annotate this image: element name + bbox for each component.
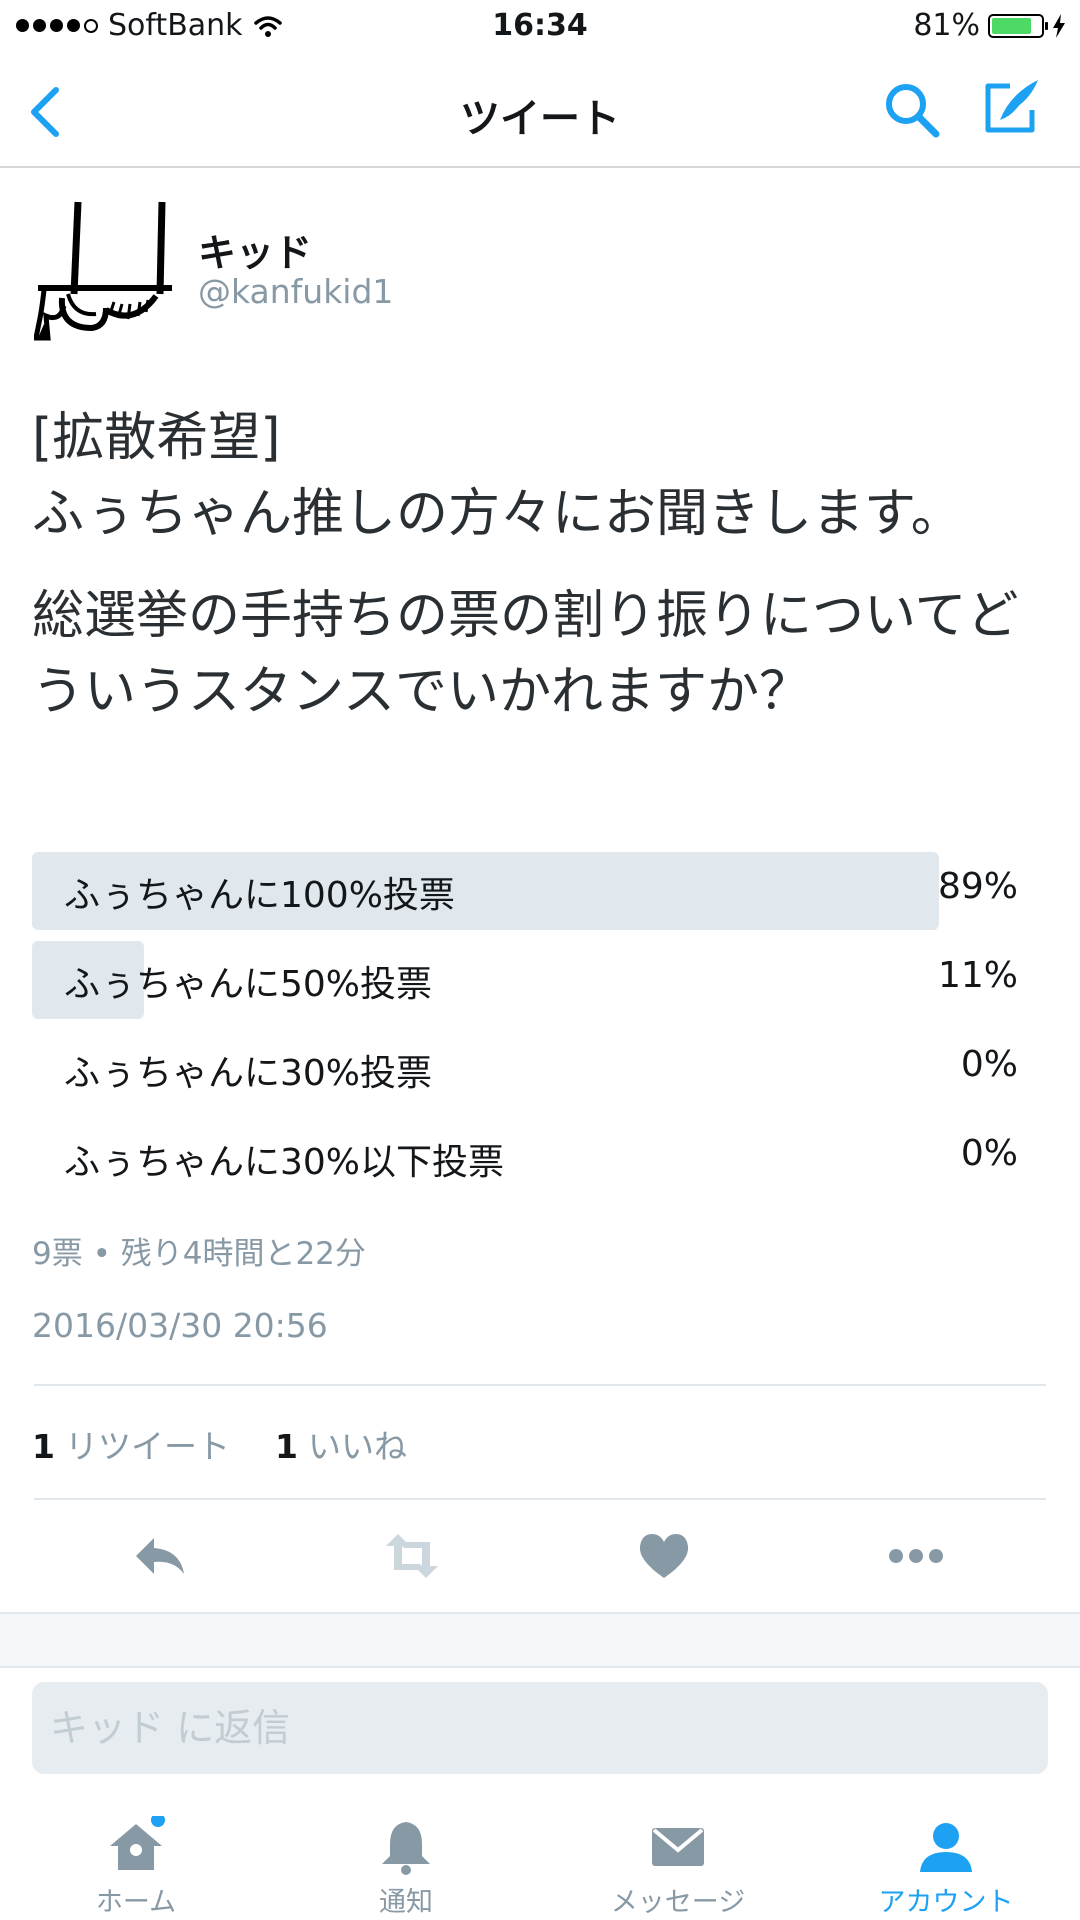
tweet-line: ふぅちゃん推しの方々にお聞きします。 [32, 484, 963, 544]
battery-percent: 81% [913, 8, 980, 43]
tweet-timestamp: 2016/03/30 20:56 [32, 1306, 328, 1345]
battery-icon [988, 13, 1048, 38]
divider [34, 1384, 1046, 1386]
search-icon[interactable] [882, 80, 942, 140]
like-stat-label: いいね [307, 1427, 407, 1466]
reply-icon[interactable] [130, 1528, 190, 1584]
poll-option-percent: 0% [960, 1044, 1018, 1085]
tab-label: メッセージ [610, 1887, 746, 1918]
tweet-line: [拡散希望] [32, 408, 281, 468]
tab-label: アカウント [878, 1887, 1014, 1918]
more-icon[interactable] [886, 1528, 946, 1584]
tab-messages[interactable]: メッセージ [578, 1800, 778, 1920]
avatar[interactable] [34, 198, 174, 342]
reply-input[interactable]: キッド に返信 [32, 1682, 1048, 1774]
battery-group: 81% [913, 8, 1066, 43]
retweet-stat-label: リツイート [64, 1427, 230, 1466]
poll-option-label: ふぅちゃんに30%以下投票 [64, 1142, 505, 1183]
poll-option-percent: 0% [960, 1133, 1018, 1174]
poll: ふぅちゃんに100%投票 89% ふぅちゃんに50%投票 11% ふぅちゃんに3… [32, 852, 1018, 1208]
separator-band [0, 1612, 1080, 1668]
poll-option: ふぅちゃんに30%以下投票 0% [32, 1119, 1018, 1197]
tab-label: 通知 [379, 1887, 433, 1918]
author-handle[interactable]: @kanfukid1 [198, 272, 393, 311]
like-stat[interactable]: 1 いいね [275, 1427, 407, 1466]
poll-option-percent: 11% [937, 955, 1018, 996]
poll-option-label: ふぅちゃんに100%投票 [64, 875, 455, 916]
tab-home[interactable]: ホーム [36, 1800, 236, 1920]
tweet-paragraph: [拡散希望] ふぅちゃん推しの方々にお聞きします。 [32, 400, 1042, 552]
tweet-paragraph: 総選挙の手持ちの票の割り振りについてどういうスタンスでいかれますか？ [32, 586, 1019, 722]
status-bar: SoftBank 16:34 81% [0, 0, 1080, 54]
poll-option: ふぅちゃんに50%投票 11% [32, 941, 1018, 1019]
bell-icon [382, 1822, 430, 1875]
charging-icon [1053, 13, 1065, 38]
poll-option-label: ふぅちゃんに50%投票 [64, 964, 433, 1005]
heart-icon[interactable] [634, 1528, 694, 1584]
person-icon [920, 1823, 972, 1872]
poll-option: ふぅちゃんに100%投票 89% [32, 852, 1018, 930]
compose-icon[interactable] [980, 74, 1044, 138]
divider [34, 1498, 1046, 1500]
retweet-count: 1 [32, 1427, 55, 1466]
poll-option-label: ふぅちゃんに30%投票 [64, 1053, 433, 1094]
like-count: 1 [274, 1427, 298, 1466]
poll-option-percent: 89% [937, 866, 1018, 907]
tweet-text: [拡散希望] ふぅちゃん推しの方々にお聞きします。 総選挙の手持ちの票の割り振り… [32, 400, 1042, 756]
tab-account[interactable]: アカウント [846, 1800, 1046, 1920]
home-icon [110, 1816, 165, 1870]
tab-bar: ホーム 通知 メッセージ アカウント [0, 1800, 1080, 1920]
tab-notifications[interactable]: 通知 [306, 1800, 506, 1920]
tab-label: ホーム [95, 1887, 177, 1918]
envelope-icon [652, 1828, 704, 1866]
tweet-stats: 1 リツイート 1 いいね [32, 1420, 407, 1468]
poll-option: ふぅちゃんに30%投票 0% [32, 1030, 1018, 1108]
retweet-stat[interactable]: 1 リツイート [32, 1427, 230, 1466]
author-name[interactable]: キッド [198, 222, 312, 277]
tweet-actions [0, 1528, 1080, 1584]
retweet-icon[interactable] [382, 1528, 442, 1584]
nav-bar: ツイート [0, 60, 1080, 168]
poll-meta: 9票 • 残り4時間と22分 [32, 1236, 366, 1272]
